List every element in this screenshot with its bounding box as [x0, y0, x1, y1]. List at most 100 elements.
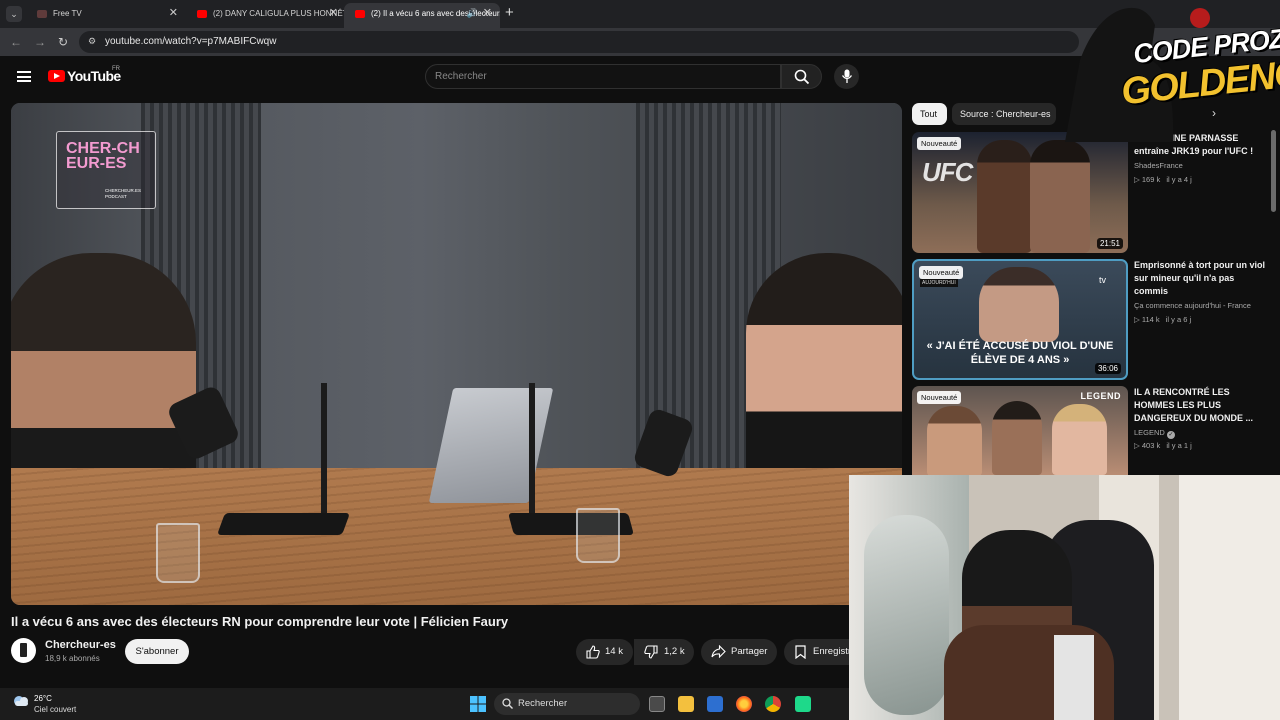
search-icon: [502, 698, 513, 709]
person-figure: [992, 401, 1042, 475]
search-placeholder: Rechercher: [435, 71, 487, 82]
search-button[interactable]: [781, 64, 822, 89]
recommendation-title[interactable]: IL A RENCONTRÉ LES HOMMES LES PLUS DANGE…: [1134, 386, 1268, 425]
thumbnail-tag: AUJOURD'HUI: [920, 279, 958, 287]
video-player[interactable]: CHER-CHEUR-ES CHERCHEUR.ES PODCAST: [11, 103, 902, 605]
play-icon: ▷: [1134, 315, 1140, 324]
mic-stand: [529, 383, 535, 518]
chrome-icon[interactable]: [765, 696, 781, 712]
tab-current-video[interactable]: (2) Il a vécu 6 ans avec des électeurs R…: [344, 3, 500, 28]
save-label: Enregistrer: [813, 646, 849, 657]
tab-dany-caligula[interactable]: (2) DANY CALIGULA PLUS HONNÊTE QUE JAMAI…: [186, 3, 346, 28]
webcam-feed: [849, 475, 1280, 720]
taskbar-search-label: Rechercher: [518, 698, 568, 709]
tab-search-button[interactable]: ⌄: [6, 6, 22, 22]
duration-badge: 21:51: [1096, 238, 1123, 249]
close-icon[interactable]: ✕: [483, 3, 492, 24]
youtube-logo-icon[interactable]: [48, 70, 65, 82]
tab-title: (2) DANY CALIGULA PLUS HONNÊTE QUE JAMAI…: [213, 9, 346, 18]
duration-badge: 36:06: [1094, 363, 1121, 374]
weather-description[interactable]: Ciel couvert: [34, 705, 76, 714]
voice-search-button[interactable]: [834, 64, 859, 89]
chip-all[interactable]: Tout: [912, 103, 947, 125]
channel-label: LEGEND: [1134, 428, 1165, 437]
save-button[interactable]: Enregistrer: [784, 639, 849, 665]
firefox-icon[interactable]: [736, 696, 752, 712]
speaker-icon[interactable]: 🔊: [467, 3, 478, 24]
sidebar-scrollbar[interactable]: [1271, 130, 1276, 212]
dislike-button[interactable]: 1,2 k: [634, 639, 694, 665]
view-count: 169 k: [1141, 175, 1161, 184]
taskbar-search[interactable]: Rechercher: [494, 693, 640, 715]
share-label: Partager: [731, 646, 768, 657]
view-count: 114 k: [1141, 315, 1160, 324]
tab-title: Free TV: [53, 9, 82, 18]
channel-avatar[interactable]: [11, 638, 36, 663]
file-explorer-icon[interactable]: [678, 696, 694, 712]
upload-age: il y a 4 j: [1166, 175, 1192, 184]
weather-temperature[interactable]: 26°C: [34, 694, 52, 703]
recommendation-channel[interactable]: Ça commence aujourd'hui - France: [1134, 301, 1274, 310]
url-field[interactable]: ⚙ youtube.com/watch?v=p7MABIFCwqw: [79, 31, 1079, 53]
new-badge: Nouveauté: [917, 391, 962, 404]
close-icon[interactable]: ✕: [329, 3, 338, 24]
subscribe-button[interactable]: S'abonner: [125, 639, 189, 664]
tv-logo: tv: [1099, 275, 1107, 285]
chip-source[interactable]: Source : Chercheur-es: [952, 103, 1056, 125]
dislike-count: 1,2 k: [664, 646, 685, 657]
cloud-icon: [14, 696, 28, 706]
person-figure: [1052, 404, 1107, 475]
like-count: 14 k: [605, 646, 623, 657]
windows-start-icon[interactable]: [470, 696, 486, 712]
back-arrow-icon[interactable]: ←: [10, 35, 22, 49]
microphone-icon: [841, 69, 853, 83]
new-badge: Nouveauté: [919, 266, 964, 279]
close-icon[interactable]: ✕: [169, 3, 178, 24]
like-button[interactable]: 14 k: [576, 639, 633, 665]
view-count: 403 k: [1141, 441, 1161, 450]
recommendation-stats: ▷ 169 k il y a 4 j: [1134, 175, 1192, 184]
speaker-figure: [979, 267, 1059, 342]
tab-title: (2) Il a vécu 6 ans avec des électeurs R…: [371, 9, 500, 18]
recommendation-thumbnail[interactable]: LEGEND Nouveauté: [912, 386, 1128, 475]
channel-logo-subtext: CHERCHEUR.ES PODCAST: [105, 188, 142, 199]
subscriber-count: 18,9 k abonnés: [45, 654, 100, 663]
recommendation-thumbnail[interactable]: UFC Nouveauté 21:51: [912, 132, 1128, 253]
channel-name[interactable]: Chercheur-es: [45, 639, 116, 651]
new-tab-button[interactable]: +: [505, 4, 514, 21]
thumbnail-text: UFC: [922, 157, 973, 187]
store-icon[interactable]: [707, 696, 723, 712]
reload-icon[interactable]: ↻: [58, 35, 68, 49]
fighter-figure: [977, 140, 1032, 253]
bookmark-icon: [795, 645, 806, 659]
app-icon[interactable]: [795, 696, 811, 712]
tab-free-tv[interactable]: Free TV ✕: [26, 3, 186, 28]
upload-age: il y a 6 j: [1165, 315, 1192, 324]
channel-logo-overlay: CHER-CHEUR-ES CHERCHEUR.ES PODCAST: [56, 131, 156, 209]
recommendation-channel[interactable]: ShadesFrance: [1134, 161, 1274, 170]
sponsor-overlay: CODE PROZIS GOLDENG: [1055, 0, 1280, 142]
search-input[interactable]: Rechercher: [425, 64, 781, 89]
youtube-favicon-icon: [355, 10, 365, 18]
video-title: Il a vécu 6 ans avec des électeurs RN po…: [11, 614, 509, 629]
wall: [1179, 475, 1280, 720]
thumbs-up-icon: [586, 645, 600, 659]
recommendation-channel[interactable]: LEGEND ✓: [1134, 428, 1274, 439]
country-code: FR: [112, 66, 120, 72]
site-info-icon[interactable]: ⚙: [88, 36, 98, 46]
forward-arrow-icon[interactable]: →: [34, 35, 46, 49]
windows-taskbar: 26°C Ciel couvert Rechercher: [0, 688, 849, 720]
task-view-icon[interactable]: [649, 696, 665, 712]
mic-stand: [321, 383, 327, 518]
recommendation-thumbnail[interactable]: AUJOURD'HUI tv « J'AI ÉTÉ ACCUSÉ DU VIOL…: [912, 259, 1128, 380]
thumbnail-text: « J'AI ÉTÉ ACCUSÉ DU VIOL D'UNE ÉLÈVE DE…: [926, 340, 1114, 366]
share-icon: [711, 645, 726, 658]
menu-icon[interactable]: [17, 71, 31, 82]
mic-base: [216, 513, 351, 535]
share-button[interactable]: Partager: [701, 639, 777, 665]
play-icon: ▷: [1134, 175, 1140, 184]
recommendation-title[interactable]: Emprisonné à tort pour un viol sur mineu…: [1134, 259, 1268, 298]
url-text: youtube.com/watch?v=p7MABIFCwqw: [105, 36, 277, 47]
upload-age: il y a 1 j: [1166, 441, 1192, 450]
favicon-icon: [37, 10, 47, 18]
